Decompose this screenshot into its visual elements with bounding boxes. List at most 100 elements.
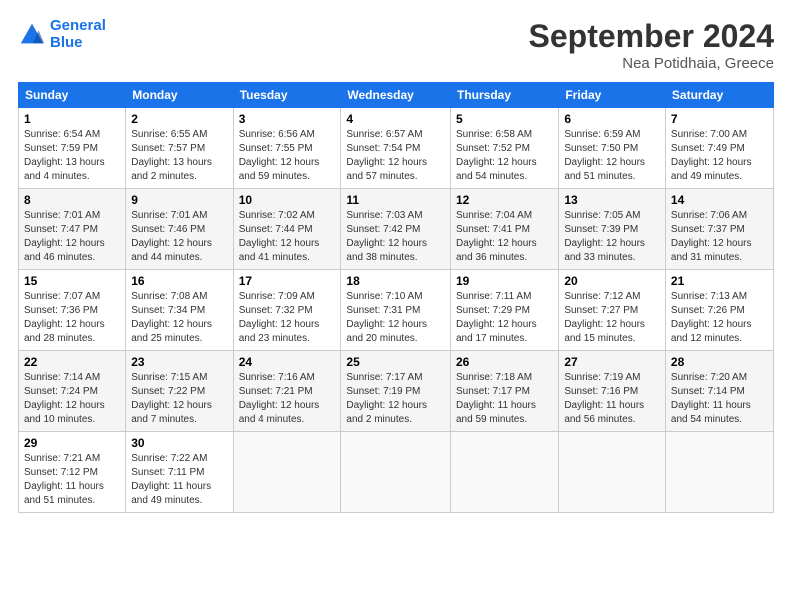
day-number: 18 xyxy=(346,274,445,288)
day-number: 9 xyxy=(131,193,227,207)
title-block: September 2024 Nea Potidhaia, Greece xyxy=(529,18,774,72)
table-row: 6Sunrise: 6:59 AMSunset: 7:50 PMDaylight… xyxy=(559,108,666,189)
day-number: 23 xyxy=(131,355,227,369)
table-row: 2Sunrise: 6:55 AMSunset: 7:57 PMDaylight… xyxy=(126,108,233,189)
header-wednesday: Wednesday xyxy=(341,83,451,108)
day-info: Sunrise: 7:18 AMSunset: 7:17 PMDaylight:… xyxy=(456,371,553,427)
table-row: 21 Sunrise: 7:13 AMSunset: 7:26 PMDayligh… xyxy=(665,270,773,351)
day-number: 14 xyxy=(671,193,768,207)
page: General Blue September 2024 Nea Potidhai… xyxy=(0,0,792,612)
day-number: 27 xyxy=(564,355,660,369)
day-number: 8 xyxy=(24,193,120,207)
table-row: 20 Sunrise: 7:12 AMSunset: 7:27 PMDayligh… xyxy=(559,270,666,351)
day-number: 1 xyxy=(24,112,120,126)
day-info: Sunrise: 7:17 AMSunset: 7:19 PMDaylight:… xyxy=(346,371,445,427)
day-info: Sunrise: 7:16 AMSunset: 7:21 PMDaylight:… xyxy=(239,371,336,427)
day-info: Sunrise: 7:01 AMSunset: 7:47 PMDaylight:… xyxy=(24,209,120,265)
day-number: 7 xyxy=(671,112,768,126)
day-info: Sunrise: 7:04 AMSunset: 7:41 PMDaylight:… xyxy=(456,209,553,265)
table-row: 17 Sunrise: 7:09 AMSunset: 7:32 PMDayligh… xyxy=(233,270,341,351)
table-row: 16 Sunrise: 7:08 AMSunset: 7:34 PMDayligh… xyxy=(126,270,233,351)
day-info: Sunrise: 7:06 AMSunset: 7:37 PMDaylight:… xyxy=(671,209,768,265)
header-friday: Friday xyxy=(559,83,666,108)
calendar-table: Sunday Monday Tuesday Wednesday Thursday… xyxy=(18,82,774,513)
day-number: 13 xyxy=(564,193,660,207)
day-info: Sunrise: 7:14 AMSunset: 7:24 PMDaylight:… xyxy=(24,371,120,427)
day-number: 29 xyxy=(24,436,120,450)
header-tuesday: Tuesday xyxy=(233,83,341,108)
table-row: 7 Sunrise: 7:00 AMSunset: 7:49 PMDaylight… xyxy=(665,108,773,189)
table-row: 25 Sunrise: 7:17 AMSunset: 7:19 PMDayligh… xyxy=(341,351,451,432)
table-row: 27 Sunrise: 7:19 AMSunset: 7:16 PMDayligh… xyxy=(559,351,666,432)
day-info: Sunrise: 7:09 AMSunset: 7:32 PMDaylight:… xyxy=(239,290,336,346)
table-row: 30 Sunrise: 7:22 AMSunset: 7:11 PMDayligh… xyxy=(126,432,233,513)
day-info: Sunrise: 7:08 AMSunset: 7:34 PMDaylight:… xyxy=(131,290,227,346)
day-info: Sunrise: 6:57 AMSunset: 7:54 PMDaylight:… xyxy=(346,128,445,184)
header-thursday: Thursday xyxy=(450,83,558,108)
table-row: 1 Sunrise: 6:54 AMSunset: 7:59 PMDaylight… xyxy=(19,108,126,189)
day-info: Sunrise: 6:54 AMSunset: 7:59 PMDaylight:… xyxy=(24,128,120,184)
day-number: 11 xyxy=(346,193,445,207)
day-number: 19 xyxy=(456,274,553,288)
table-row xyxy=(341,432,451,513)
logo-icon xyxy=(18,21,46,49)
table-row xyxy=(559,432,666,513)
day-info: Sunrise: 7:05 AMSunset: 7:39 PMDaylight:… xyxy=(564,209,660,265)
day-number: 15 xyxy=(24,274,120,288)
table-row: 12 Sunrise: 7:04 AMSunset: 7:41 PMDayligh… xyxy=(450,189,558,270)
table-row: 13 Sunrise: 7:05 AMSunset: 7:39 PMDayligh… xyxy=(559,189,666,270)
header-sunday: Sunday xyxy=(19,83,126,108)
table-row: 29Sunrise: 7:21 AMSunset: 7:12 PMDayligh… xyxy=(19,432,126,513)
day-info: Sunrise: 7:00 AMSunset: 7:49 PMDaylight:… xyxy=(671,128,768,184)
day-info: Sunrise: 7:01 AMSunset: 7:46 PMDaylight:… xyxy=(131,209,227,265)
day-number: 30 xyxy=(131,436,227,450)
day-number: 25 xyxy=(346,355,445,369)
day-number: 17 xyxy=(239,274,336,288)
table-row: 26 Sunrise: 7:18 AMSunset: 7:17 PMDayligh… xyxy=(450,351,558,432)
month-title: September 2024 xyxy=(529,18,774,55)
location: Nea Potidhaia, Greece xyxy=(529,55,774,72)
logo-text: General Blue xyxy=(50,18,106,51)
table-row: 10Sunrise: 7:02 AMSunset: 7:44 PMDayligh… xyxy=(233,189,341,270)
table-row: 4 Sunrise: 6:57 AMSunset: 7:54 PMDaylight… xyxy=(341,108,451,189)
table-row: 19Sunrise: 7:11 AMSunset: 7:29 PMDayligh… xyxy=(450,270,558,351)
day-number: 26 xyxy=(456,355,553,369)
table-row xyxy=(665,432,773,513)
table-row: 24 Sunrise: 7:16 AMSunset: 7:21 PMDayligh… xyxy=(233,351,341,432)
day-info: Sunrise: 7:20 AMSunset: 7:14 PMDaylight:… xyxy=(671,371,768,427)
table-row: 22Sunrise: 7:14 AMSunset: 7:24 PMDayligh… xyxy=(19,351,126,432)
day-info: Sunrise: 6:56 AMSunset: 7:55 PMDaylight:… xyxy=(239,128,336,184)
day-number: 3 xyxy=(239,112,336,126)
header-monday: Monday xyxy=(126,83,233,108)
day-info: Sunrise: 7:19 AMSunset: 7:16 PMDaylight:… xyxy=(564,371,660,427)
calendar-week-4: 22Sunrise: 7:14 AMSunset: 7:24 PMDayligh… xyxy=(19,351,774,432)
header: General Blue September 2024 Nea Potidhai… xyxy=(18,18,774,72)
table-row: 11 Sunrise: 7:03 AMSunset: 7:42 PMDayligh… xyxy=(341,189,451,270)
day-info: Sunrise: 7:03 AMSunset: 7:42 PMDaylight:… xyxy=(346,209,445,265)
table-row: 3 Sunrise: 6:56 AMSunset: 7:55 PMDaylight… xyxy=(233,108,341,189)
day-number: 21 xyxy=(671,274,768,288)
table-row: 28 Sunrise: 7:20 AMSunset: 7:14 PMDayligh… xyxy=(665,351,773,432)
table-row: 8 Sunrise: 7:01 AMSunset: 7:47 PMDaylight… xyxy=(19,189,126,270)
table-row xyxy=(450,432,558,513)
day-info: Sunrise: 7:15 AMSunset: 7:22 PMDaylight:… xyxy=(131,371,227,427)
day-number: 4 xyxy=(346,112,445,126)
calendar-week-1: 1 Sunrise: 6:54 AMSunset: 7:59 PMDaylight… xyxy=(19,108,774,189)
day-number: 20 xyxy=(564,274,660,288)
table-row: 23 Sunrise: 7:15 AMSunset: 7:22 PMDayligh… xyxy=(126,351,233,432)
day-info: Sunrise: 7:22 AMSunset: 7:11 PMDaylight:… xyxy=(131,452,227,508)
day-number: 16 xyxy=(131,274,227,288)
day-info: Sunrise: 6:58 AMSunset: 7:52 PMDaylight:… xyxy=(456,128,553,184)
day-number: 5 xyxy=(456,112,553,126)
calendar-week-2: 8 Sunrise: 7:01 AMSunset: 7:47 PMDaylight… xyxy=(19,189,774,270)
calendar-header-row: Sunday Monday Tuesday Wednesday Thursday… xyxy=(19,83,774,108)
day-number: 12 xyxy=(456,193,553,207)
day-number: 28 xyxy=(671,355,768,369)
calendar-week-5: 29Sunrise: 7:21 AMSunset: 7:12 PMDayligh… xyxy=(19,432,774,513)
day-info: Sunrise: 7:13 AMSunset: 7:26 PMDaylight:… xyxy=(671,290,768,346)
day-info: Sunrise: 7:02 AMSunset: 7:44 PMDaylight:… xyxy=(239,209,336,265)
day-info: Sunrise: 6:59 AMSunset: 7:50 PMDaylight:… xyxy=(564,128,660,184)
day-info: Sunrise: 7:12 AMSunset: 7:27 PMDaylight:… xyxy=(564,290,660,346)
logo: General Blue xyxy=(18,18,106,51)
day-number: 24 xyxy=(239,355,336,369)
